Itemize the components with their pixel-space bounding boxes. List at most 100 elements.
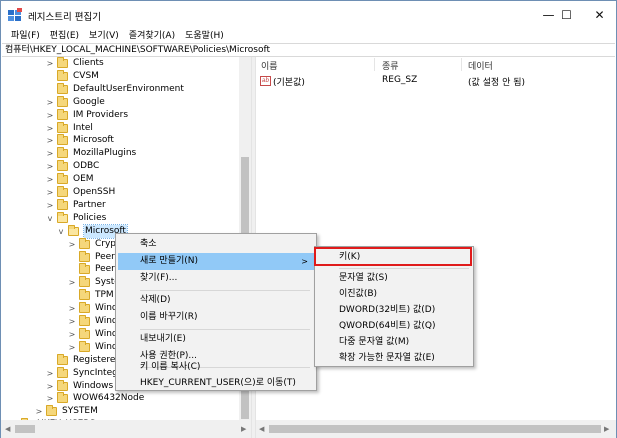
ctx-copy-key-name[interactable]: 키 이름 복사(C) <box>118 359 314 376</box>
chevron-right-icon[interactable]: > <box>68 276 76 289</box>
submenu-multi-string-value[interactable]: 다중 문자열 값(M) <box>317 334 471 351</box>
chevron-down-icon[interactable]: v <box>57 225 65 238</box>
string-value-icon: ab <box>260 76 271 86</box>
chevron-right-icon[interactable]: > <box>46 147 54 160</box>
chevron-right-icon[interactable]: > <box>46 173 54 186</box>
folder-icon <box>79 302 90 314</box>
chevron-right-icon[interactable]: > <box>46 160 54 173</box>
ctx-goto-hkcu[interactable]: HKEY_CURRENT_USER(으)로 이동(T) <box>118 375 314 392</box>
folder-icon <box>57 186 68 197</box>
folder-icon <box>57 353 68 365</box>
chevron-right-icon[interactable]: > <box>46 96 54 109</box>
chevron-right-icon[interactable]: > <box>46 392 54 405</box>
folder-icon <box>57 95 68 107</box>
close-button[interactable]: ✕ <box>577 1 617 29</box>
folder-icon <box>79 289 90 301</box>
menu-view[interactable]: 보기(V) <box>84 29 124 43</box>
submenu-qword-value[interactable]: QWORD(64비트) 값(Q) <box>317 318 471 335</box>
ctx-find[interactable]: 찾기(F)... <box>118 270 314 287</box>
menu-file[interactable]: 파일(F) <box>6 29 45 43</box>
address-bar[interactable]: 컴퓨터\HKEY_LOCAL_MACHINE\SOFTWARE\Policies… <box>2 43 615 57</box>
column-type-header[interactable]: 종류 <box>382 59 399 72</box>
tree-item-label: Policies <box>73 212 107 223</box>
chevron-right-icon[interactable]: > <box>68 302 76 315</box>
folder-icon <box>57 69 68 81</box>
tree-item-label: Google <box>73 96 105 107</box>
tree-item-label: Windows <box>73 380 114 391</box>
tree-horizontal-scrollbar[interactable] <box>1 420 251 438</box>
menu-bar: 파일(F) 편집(E) 보기(V) 즐겨찾기(A) 도움말(H) <box>1 29 616 43</box>
tree-item-label: SYSTEM <box>62 406 98 417</box>
chevron-right-icon[interactable]: > <box>46 380 54 393</box>
tree-item-label: Partner <box>73 199 106 210</box>
chevron-right-icon[interactable]: > <box>46 199 54 212</box>
column-separator[interactable] <box>461 58 462 71</box>
folder-icon <box>57 160 68 172</box>
ctx-export[interactable]: 내보내기(E) <box>118 331 314 348</box>
chevron-right-icon[interactable]: > <box>46 109 54 122</box>
chevron-right-icon[interactable]: > <box>68 328 76 341</box>
submenu-expandable-string-value[interactable]: 확장 가능한 문자열 값(E) <box>317 350 471 367</box>
folder-icon <box>57 366 68 378</box>
folder-icon <box>57 379 68 391</box>
menu-help[interactable]: 도움말(H) <box>180 29 229 43</box>
tree-item-label: Microsoft <box>73 135 114 146</box>
folder-icon <box>57 198 68 210</box>
folder-icon <box>79 263 90 275</box>
tree-item-label: OpenSSH <box>73 187 116 197</box>
ctx-rename[interactable]: 이름 바꾸기(R) <box>118 309 314 326</box>
chevron-right-icon[interactable] <box>46 354 54 367</box>
chevron-right-icon[interactable]: > <box>35 405 43 418</box>
folder-icon <box>57 173 68 185</box>
chevron-right-icon[interactable]: > <box>68 315 76 328</box>
chevron-right-icon[interactable]: > <box>46 122 54 135</box>
submenu-string-value[interactable]: 문자열 값(S) <box>317 270 471 287</box>
tree-item-label: OEM <box>73 174 94 185</box>
menu-edit[interactable]: 편집(E) <box>45 29 84 43</box>
list-scroll-right-icon[interactable]: ▶ <box>604 425 609 433</box>
submenu-binary-value[interactable]: 이진값(B) <box>317 286 471 303</box>
folder-icon <box>57 108 68 120</box>
chevron-right-icon[interactable]: > <box>46 134 54 147</box>
value-name[interactable]: (기본값) <box>273 75 305 88</box>
title-bar: 레지스트리 편집기 — ☐ ✕ <box>1 1 616 29</box>
tree-item-label: IM Providers <box>73 109 129 120</box>
tree-hscroll-thumb[interactable] <box>15 425 35 433</box>
chevron-right-icon[interactable]: > <box>46 186 54 199</box>
tree-item-label: MozillaPlugins <box>73 148 137 159</box>
folder-icon <box>46 405 57 417</box>
chevron-right-icon[interactable] <box>68 251 76 264</box>
chevron-right-icon[interactable] <box>46 83 54 96</box>
folder-icon <box>79 315 90 326</box>
folder-icon <box>79 276 90 288</box>
ctx-new[interactable]: 새로 만들기(N) > <box>118 253 314 270</box>
menu-favorites[interactable]: 즐겨찾기(A) <box>124 29 180 43</box>
chevron-right-icon[interactable]: > <box>68 341 76 354</box>
column-name-header[interactable]: 이름 <box>261 59 278 72</box>
chevron-right-icon[interactable] <box>68 263 76 276</box>
maximize-icon: ☐ <box>561 8 572 22</box>
folder-icon <box>57 211 68 223</box>
folder-icon <box>79 237 90 249</box>
list-scroll-left-icon[interactable]: ◀ <box>259 425 264 433</box>
ctx-collapse[interactable]: 축소 <box>118 236 314 253</box>
folder-icon <box>57 147 68 159</box>
folder-icon <box>57 57 68 68</box>
tree-item-label: CVSM <box>73 70 99 81</box>
ctx-delete[interactable]: 삭제(D) <box>118 292 314 309</box>
column-separator[interactable] <box>374 58 375 71</box>
column-data-header[interactable]: 데이터 <box>468 59 493 72</box>
chevron-down-icon[interactable]: v <box>46 212 54 225</box>
registry-app-icon <box>8 8 22 21</box>
submenu-dword-value[interactable]: DWORD(32비트) 값(D) <box>317 302 471 319</box>
list-hscroll-thumb[interactable] <box>269 425 601 433</box>
scroll-left-icon[interactable]: ◀ <box>5 425 10 433</box>
chevron-right-icon[interactable]: > <box>46 57 54 70</box>
chevron-right-icon[interactable]: > <box>68 238 76 251</box>
scroll-right-icon[interactable]: ▶ <box>241 425 246 433</box>
chevron-right-icon[interactable]: > <box>46 367 54 380</box>
chevron-right-icon[interactable] <box>68 289 76 302</box>
close-icon: ✕ <box>594 8 605 22</box>
folder-icon <box>79 327 90 339</box>
chevron-right-icon[interactable] <box>46 70 54 83</box>
